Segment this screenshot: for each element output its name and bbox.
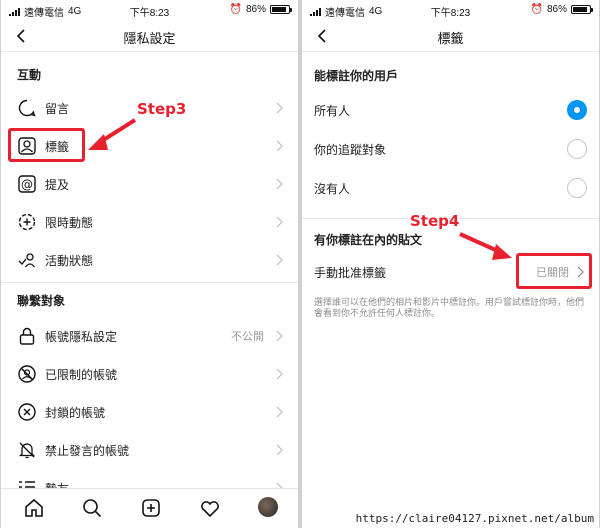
annotation-arrows bbox=[88, 118, 512, 260]
step3-label: Step3 bbox=[137, 100, 187, 118]
watermark: https://claire04127.pixnet.net/album bbox=[351, 511, 598, 527]
step4-label: Step4 bbox=[410, 212, 460, 230]
step4-highlight-box bbox=[516, 253, 592, 289]
screenshot-stage: 遠傳電信 4G 下午8:23 ⏰ 86% 隱私設定 互動 留言 標籤 @ 提及 … bbox=[0, 0, 600, 528]
